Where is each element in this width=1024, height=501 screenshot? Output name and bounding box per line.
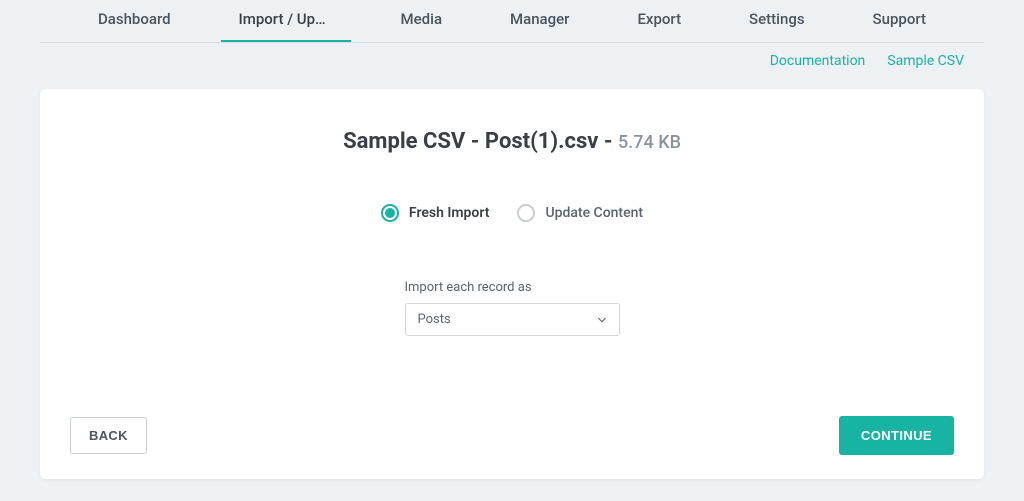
tab-import-update[interactable]: Import / Upd…: [221, 0, 351, 42]
record-select-value: Posts: [418, 312, 451, 327]
chevron-down-icon: [597, 315, 607, 325]
import-mode-radios: Fresh Import Update Content: [70, 204, 954, 222]
tab-settings[interactable]: Settings: [731, 0, 823, 42]
sublinks: Documentation Sample CSV: [0, 43, 1024, 69]
card-footer: BACK CONTINUE: [70, 416, 954, 455]
import-card: Sample CSV - Post(1).csv - 5.74 KB Fresh…: [40, 89, 984, 479]
record-select-block: Import each record as Posts: [405, 280, 620, 336]
tab-media[interactable]: Media: [383, 0, 461, 42]
radio-selected-icon: [381, 204, 399, 222]
record-select-label: Import each record as: [405, 280, 620, 295]
sample-csv-link[interactable]: Sample CSV: [887, 53, 964, 69]
update-content-radio[interactable]: Update Content: [517, 204, 643, 222]
main-tabs: Dashboard Import / Upd… Media Manager Ex…: [40, 0, 984, 43]
file-title: Sample CSV - Post(1).csv - 5.74 KB: [70, 129, 954, 154]
file-name: Sample CSV - Post(1).csv -: [343, 129, 618, 154]
tab-dashboard[interactable]: Dashboard: [80, 0, 189, 42]
update-content-label: Update Content: [545, 205, 643, 221]
radio-unselected-icon: [517, 204, 535, 222]
tab-export[interactable]: Export: [619, 0, 699, 42]
tab-manager[interactable]: Manager: [492, 0, 587, 42]
continue-button[interactable]: CONTINUE: [839, 416, 954, 455]
record-select[interactable]: Posts: [405, 303, 620, 336]
file-size: 5.74 KB: [618, 132, 681, 153]
tab-support[interactable]: Support: [855, 0, 944, 42]
back-button[interactable]: BACK: [70, 417, 147, 454]
documentation-link[interactable]: Documentation: [770, 53, 866, 69]
fresh-import-radio[interactable]: Fresh Import: [381, 204, 490, 222]
fresh-import-label: Fresh Import: [409, 205, 490, 221]
